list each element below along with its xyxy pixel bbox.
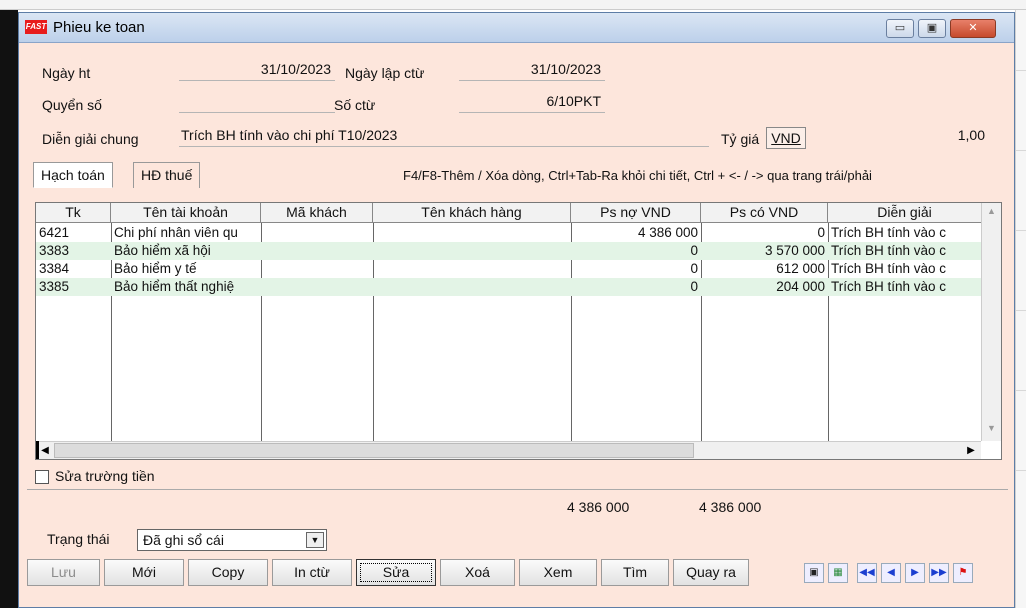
currency-code-field[interactable]: VND — [766, 127, 806, 149]
total-ps-co: 4 386 000 — [699, 499, 762, 515]
cell-ten-tk[interactable]: Bảo hiểm xã hội — [111, 242, 261, 260]
ngay-lap-ctu-label: Ngày lập ctừ — [345, 65, 425, 81]
moi-button[interactable]: Mới — [104, 559, 184, 586]
horizontal-scroll-thumb[interactable] — [54, 443, 694, 458]
save-disk-icon[interactable]: ▣ — [804, 563, 824, 583]
cell-tk[interactable]: 3384 — [36, 260, 111, 278]
ngay-lap-ctu-input[interactable]: 31/10/2023 — [459, 59, 605, 81]
col-header-ma-khach[interactable]: Mã khách — [261, 203, 373, 223]
minimize-button[interactable]: ▭ — [886, 19, 914, 38]
xoa-button[interactable]: Xoá — [440, 559, 515, 586]
chevron-down-icon[interactable]: ▼ — [306, 532, 324, 548]
sua-button[interactable]: Sửa — [356, 559, 436, 586]
table-row[interactable]: 6421 Chi phí nhân viên qu 4 386 000 0 Tr… — [36, 224, 981, 242]
row-indicator — [36, 441, 39, 459]
cell-tk[interactable]: 3383 — [36, 242, 111, 260]
ty-gia-input[interactable]: 1,00 — [839, 125, 989, 147]
title-bar: FAST Phieu ke toan ▭ ▣ ✕ — [19, 13, 1014, 43]
ngay-ht-input[interactable]: 31/10/2023 — [179, 59, 335, 81]
cell-ten-kh[interactable] — [373, 242, 571, 260]
scroll-up-arrow-icon[interactable]: ▲ — [985, 206, 998, 219]
dien-giai-chung-input[interactable]: Trích BH tính vào chi phí T10/2023 — [179, 125, 709, 147]
restore-button[interactable]: ▣ — [918, 19, 946, 38]
cell-ten-tk[interactable]: Bảo hiểm y tế — [111, 260, 261, 278]
col-header-ps-no[interactable]: Ps nợ VND — [571, 203, 701, 223]
cell-ps-no[interactable]: 4 386 000 — [571, 224, 701, 242]
cell-dien-giai[interactable]: Trích BH tính vào c — [828, 260, 981, 278]
ty-gia-label: Tỷ giá — [721, 131, 760, 147]
table-row[interactable]: 3385 Bảo hiểm thất nghiệ 0 204 000 Trích… — [36, 278, 981, 296]
tab-hach-toan[interactable]: Hạch toán — [33, 162, 113, 188]
cell-dien-giai[interactable]: Trích BH tính vào c — [828, 278, 981, 296]
col-header-ten-tai-khoan[interactable]: Tên tài khoản — [111, 203, 261, 223]
grid-header: Tk Tên tài khoản Mã khách Tên khách hàng… — [36, 203, 981, 223]
scroll-right-arrow-icon[interactable]: ▶ — [963, 443, 979, 459]
dien-giai-chung-label: Diễn giải chung — [42, 131, 139, 147]
sua-truong-tien-label: Sửa trường tiền — [55, 468, 155, 484]
cell-ps-co[interactable]: 0 — [701, 224, 828, 242]
quyen-so-input[interactable] — [179, 91, 335, 113]
col-header-ps-co[interactable]: Ps có VND — [701, 203, 828, 223]
trang-thai-label: Trạng thái — [47, 531, 110, 547]
cell-ma-khach[interactable] — [261, 224, 373, 242]
previous-record-icon[interactable]: ◀ — [881, 563, 901, 583]
cell-ps-co[interactable]: 204 000 — [701, 278, 828, 296]
background-left-edge — [0, 10, 18, 608]
luu-button[interactable]: Lưu — [27, 559, 100, 586]
scroll-down-arrow-icon[interactable]: ▼ — [985, 423, 998, 436]
cell-ten-kh[interactable] — [373, 224, 571, 242]
cell-ten-kh[interactable] — [373, 278, 571, 296]
first-record-icon[interactable]: ◀◀ — [857, 563, 877, 583]
flag-icon[interactable]: ⚑ — [953, 563, 973, 583]
in-ctu-button[interactable]: In ctừ — [272, 559, 352, 586]
cell-ma-khach[interactable] — [261, 242, 373, 260]
tim-button[interactable]: Tìm — [601, 559, 669, 586]
cell-ps-no[interactable]: 0 — [571, 242, 701, 260]
table-row[interactable]: 3383 Bảo hiểm xã hội 0 3 570 000 Trích B… — [36, 242, 981, 260]
window-title: Phieu ke toan — [53, 19, 145, 36]
cell-ma-khach[interactable] — [261, 260, 373, 278]
background-spreadsheet-strip — [0, 0, 1026, 10]
scroll-left-arrow-icon[interactable]: ◀ — [37, 443, 53, 459]
cell-ten-tk[interactable]: Bảo hiểm thất nghiệ — [111, 278, 261, 296]
trang-thai-select[interactable]: Đã ghi sổ cái ▼ — [137, 529, 327, 551]
vertical-scrollbar[interactable]: ▲ ▼ — [981, 203, 1001, 441]
trang-thai-value: Đã ghi sổ cái — [143, 532, 224, 548]
sua-truong-tien-checkbox[interactable] — [35, 470, 49, 484]
cell-ps-co[interactable]: 3 570 000 — [701, 242, 828, 260]
next-record-icon[interactable]: ▶ — [905, 563, 925, 583]
accounting-entries-grid: Tk Tên tài khoản Mã khách Tên khách hàng… — [35, 202, 1002, 460]
copy-button[interactable]: Copy — [188, 559, 268, 586]
cell-ten-kh[interactable] — [373, 260, 571, 278]
col-header-ten-khach-hang[interactable]: Tên khách hàng — [373, 203, 571, 223]
cell-ma-khach[interactable] — [261, 278, 373, 296]
cell-dien-giai[interactable]: Trích BH tính vào c — [828, 224, 981, 242]
so-ctu-input[interactable]: 6/10PKT — [459, 91, 605, 113]
col-header-tk[interactable]: Tk — [36, 203, 111, 223]
horizontal-scrollbar[interactable]: ◀ ▶ — [36, 441, 981, 459]
quay-ra-button[interactable]: Quay ra — [673, 559, 749, 586]
cell-ten-tk[interactable]: Chi phí nhân viên qu — [111, 224, 261, 242]
ngay-ht-label: Ngày ht — [42, 65, 91, 81]
last-record-icon[interactable]: ▶▶ — [929, 563, 949, 583]
calculator-icon[interactable]: ▦ — [828, 563, 848, 583]
cell-ps-co[interactable]: 612 000 — [701, 260, 828, 278]
xem-button[interactable]: Xem — [519, 559, 597, 586]
col-header-dien-giai[interactable]: Diễn giải — [828, 203, 981, 223]
keyboard-hint: F4/F8-Thêm / Xóa dòng, Ctrl+Tab-Ra khỏi … — [403, 168, 872, 183]
cell-dien-giai[interactable]: Trích BH tính vào c — [828, 242, 981, 260]
cell-tk[interactable]: 6421 — [36, 224, 111, 242]
cell-ps-no[interactable]: 0 — [571, 260, 701, 278]
background-right-edge — [1015, 10, 1026, 608]
fast-logo-icon: FAST — [25, 20, 47, 34]
voucher-window: FAST Phieu ke toan ▭ ▣ ✕ Ngày ht 31/10/2… — [18, 12, 1015, 608]
tab-hd-thue[interactable]: HĐ thuế — [133, 162, 201, 188]
cell-ps-no[interactable]: 0 — [571, 278, 701, 296]
close-button[interactable]: ✕ — [950, 19, 996, 38]
quyen-so-label: Quyển số — [42, 97, 102, 113]
cell-tk[interactable]: 3385 — [36, 278, 111, 296]
so-ctu-label: Số ctừ — [334, 97, 376, 113]
total-ps-no: 4 386 000 — [567, 499, 630, 515]
table-row[interactable]: 3384 Bảo hiểm y tế 0 612 000 Trích BH tí… — [36, 260, 981, 278]
